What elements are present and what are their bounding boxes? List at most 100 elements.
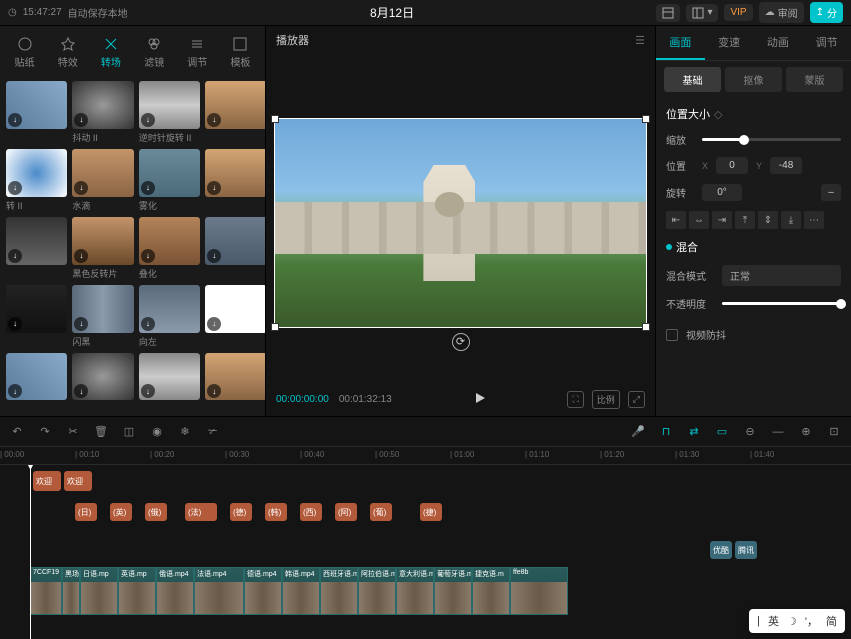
tab-sticker[interactable]: 贴纸 bbox=[4, 30, 45, 75]
subtitle-clip[interactable]: (西) bbox=[300, 503, 322, 521]
download-icon[interactable]: ↓ bbox=[141, 181, 155, 195]
rotate-reset[interactable]: – bbox=[821, 184, 841, 201]
delete-button[interactable]: 🗑 bbox=[92, 423, 110, 441]
tab-adjust[interactable]: 调节 bbox=[177, 30, 218, 75]
timeline-ruler[interactable]: | 00:00| 00:10| 00:20| 00:30| 00:40| 00:… bbox=[0, 447, 851, 465]
reset-transform-icon[interactable]: ⟳ bbox=[452, 333, 470, 351]
subtab-mask[interactable]: 蒙版 bbox=[786, 67, 843, 92]
zoom-out-button[interactable]: ⊖ bbox=[741, 423, 759, 441]
video-clip[interactable]: ffe8b bbox=[510, 567, 568, 615]
video-clip[interactable]: 德语.mp4 bbox=[244, 567, 282, 615]
opacity-slider[interactable] bbox=[722, 302, 841, 305]
video-clip[interactable]: 韩语.mp4 bbox=[282, 567, 320, 615]
mic-button[interactable]: 🎤 bbox=[629, 423, 647, 441]
tab-canvas[interactable]: 画面 bbox=[656, 26, 705, 60]
align-hcenter[interactable]: ⇔ bbox=[689, 211, 709, 229]
tab-transition[interactable]: 转场 bbox=[90, 30, 131, 75]
transition-thumb[interactable]: ↓ bbox=[205, 81, 265, 142]
pos-y-input[interactable]: -48 bbox=[770, 157, 802, 174]
transition-thumb[interactable]: ↓ bbox=[205, 285, 265, 346]
pos-x-input[interactable]: 0 bbox=[716, 157, 748, 174]
video-clip[interactable]: 意大利语.m bbox=[396, 567, 434, 615]
transition-thumb[interactable]: ↓ bbox=[72, 353, 133, 414]
download-icon[interactable]: ↓ bbox=[8, 181, 22, 195]
subtitle-clip[interactable]: (阿) bbox=[335, 503, 357, 521]
undo-button[interactable]: ↶ bbox=[8, 423, 26, 441]
player-canvas[interactable]: ⟳ bbox=[266, 54, 655, 382]
video-clip[interactable]: 法语.mp4 bbox=[194, 567, 244, 615]
transition-thumb[interactable]: ↓闪黑 bbox=[72, 285, 133, 348]
ratio-button[interactable]: 比例 bbox=[592, 390, 620, 409]
transition-thumb[interactable]: ↓抖动 II bbox=[72, 81, 133, 144]
video-clip[interactable]: 英语.mp bbox=[118, 567, 156, 615]
align-right[interactable]: ⇥ bbox=[712, 211, 732, 229]
play-button[interactable] bbox=[473, 391, 487, 408]
video-clip[interactable]: 黑场 bbox=[62, 567, 80, 615]
scale-slider[interactable] bbox=[702, 138, 841, 141]
align-vcenter[interactable]: ⇕ bbox=[758, 211, 778, 229]
align-left[interactable]: ⇤ bbox=[666, 211, 686, 229]
magnet-button[interactable]: ⊓ bbox=[657, 423, 675, 441]
share-button[interactable]: ↥ 分 bbox=[810, 2, 843, 23]
download-icon[interactable]: ↓ bbox=[141, 384, 155, 398]
download-icon[interactable]: ↓ bbox=[207, 249, 221, 263]
transition-thumb[interactable]: ↓水滴 bbox=[72, 149, 133, 212]
select-button[interactable]: ◫ bbox=[120, 423, 138, 441]
download-icon[interactable]: ↓ bbox=[8, 317, 22, 331]
freeze-button[interactable]: ❄ bbox=[176, 423, 194, 441]
transition-thumb[interactable]: ↓ bbox=[139, 353, 200, 414]
align-more[interactable]: ⋯ bbox=[804, 211, 824, 229]
video-clip[interactable]: 捷克语.m bbox=[472, 567, 510, 615]
download-icon[interactable]: ↓ bbox=[74, 113, 88, 127]
player-menu-icon[interactable]: ☰ bbox=[635, 34, 645, 47]
fullscreen-button[interactable]: ⤢ bbox=[628, 391, 645, 408]
subtitle-clip[interactable]: (德) bbox=[230, 503, 252, 521]
text-track[interactable]: 欢迎欢迎 bbox=[30, 471, 851, 491]
text-clip[interactable]: 欢迎 bbox=[33, 471, 61, 491]
transition-thumb[interactable]: ↓ bbox=[6, 217, 67, 278]
download-icon[interactable]: ↓ bbox=[207, 317, 221, 331]
download-icon[interactable]: ↓ bbox=[74, 317, 88, 331]
handle-bottom-right[interactable] bbox=[642, 323, 650, 331]
tab-animation[interactable]: 动画 bbox=[754, 26, 803, 60]
video-track[interactable]: 7CCF19黑场日语.mp英语.mp俄语.mp4法语.mp4德语.mp4韩语.m… bbox=[30, 567, 851, 615]
fullframe-button[interactable]: ⛶ bbox=[567, 391, 583, 408]
align-top[interactable]: ⤒ bbox=[735, 211, 755, 229]
video-clip[interactable]: 阿拉伯语.m bbox=[358, 567, 396, 615]
download-icon[interactable]: ↓ bbox=[141, 113, 155, 127]
playhead[interactable] bbox=[30, 465, 31, 639]
video-clip[interactable]: 7CCF19 bbox=[30, 567, 62, 615]
tab-adjust2[interactable]: 调节 bbox=[802, 26, 851, 60]
transition-thumb[interactable]: ↓逆时针旋转 II bbox=[139, 81, 200, 144]
video-clip[interactable]: 俄语.mp4 bbox=[156, 567, 194, 615]
subtitle-clip[interactable]: (葡) bbox=[370, 503, 392, 521]
tab-speed[interactable]: 变速 bbox=[705, 26, 754, 60]
download-icon[interactable]: ↓ bbox=[8, 249, 22, 263]
video-clip[interactable]: 日语.mp bbox=[80, 567, 118, 615]
transition-thumb[interactable]: ↓ bbox=[205, 353, 265, 414]
handle-top-left[interactable] bbox=[271, 115, 279, 123]
subtitle-clip[interactable]: (日) bbox=[75, 503, 97, 521]
blend-mode-select[interactable]: 正常 bbox=[722, 265, 841, 286]
subtab-basic[interactable]: 基础 bbox=[664, 67, 721, 92]
video-clip[interactable]: 西班牙语.m bbox=[320, 567, 358, 615]
zoom-fit-button[interactable]: ⊡ bbox=[825, 423, 843, 441]
marker-clip[interactable]: 优酷 bbox=[710, 541, 732, 559]
transition-thumb[interactable]: ↓黑色反转片 bbox=[72, 217, 133, 280]
tab-template[interactable]: 模板 bbox=[220, 30, 261, 75]
zoom-slider[interactable]: — bbox=[769, 423, 787, 441]
download-icon[interactable]: ↓ bbox=[74, 249, 88, 263]
text-clip[interactable]: 欢迎 bbox=[64, 471, 92, 491]
marker-clip[interactable]: 腾讯 bbox=[735, 541, 757, 559]
subtitle-track[interactable]: (日)(英)(俄)(法)(德)(韩)(西)(阿)(葡)(捷) bbox=[30, 503, 851, 521]
ime-lang[interactable]: 英 bbox=[768, 613, 779, 629]
ime-moon-icon[interactable]: ☽ bbox=[787, 615, 797, 628]
split-button[interactable]: ✂ bbox=[64, 423, 82, 441]
align-bottom[interactable]: ⤓ bbox=[781, 211, 801, 229]
subtitle-clip[interactable]: (韩) bbox=[265, 503, 287, 521]
ime-mode[interactable]: 简 bbox=[826, 613, 837, 629]
record-button[interactable]: ◉ bbox=[148, 423, 166, 441]
panel-button[interactable]: ▾ bbox=[686, 4, 718, 22]
subtitle-clip[interactable]: (英) bbox=[110, 503, 132, 521]
transition-thumb[interactable]: ↓转 II bbox=[6, 149, 67, 212]
